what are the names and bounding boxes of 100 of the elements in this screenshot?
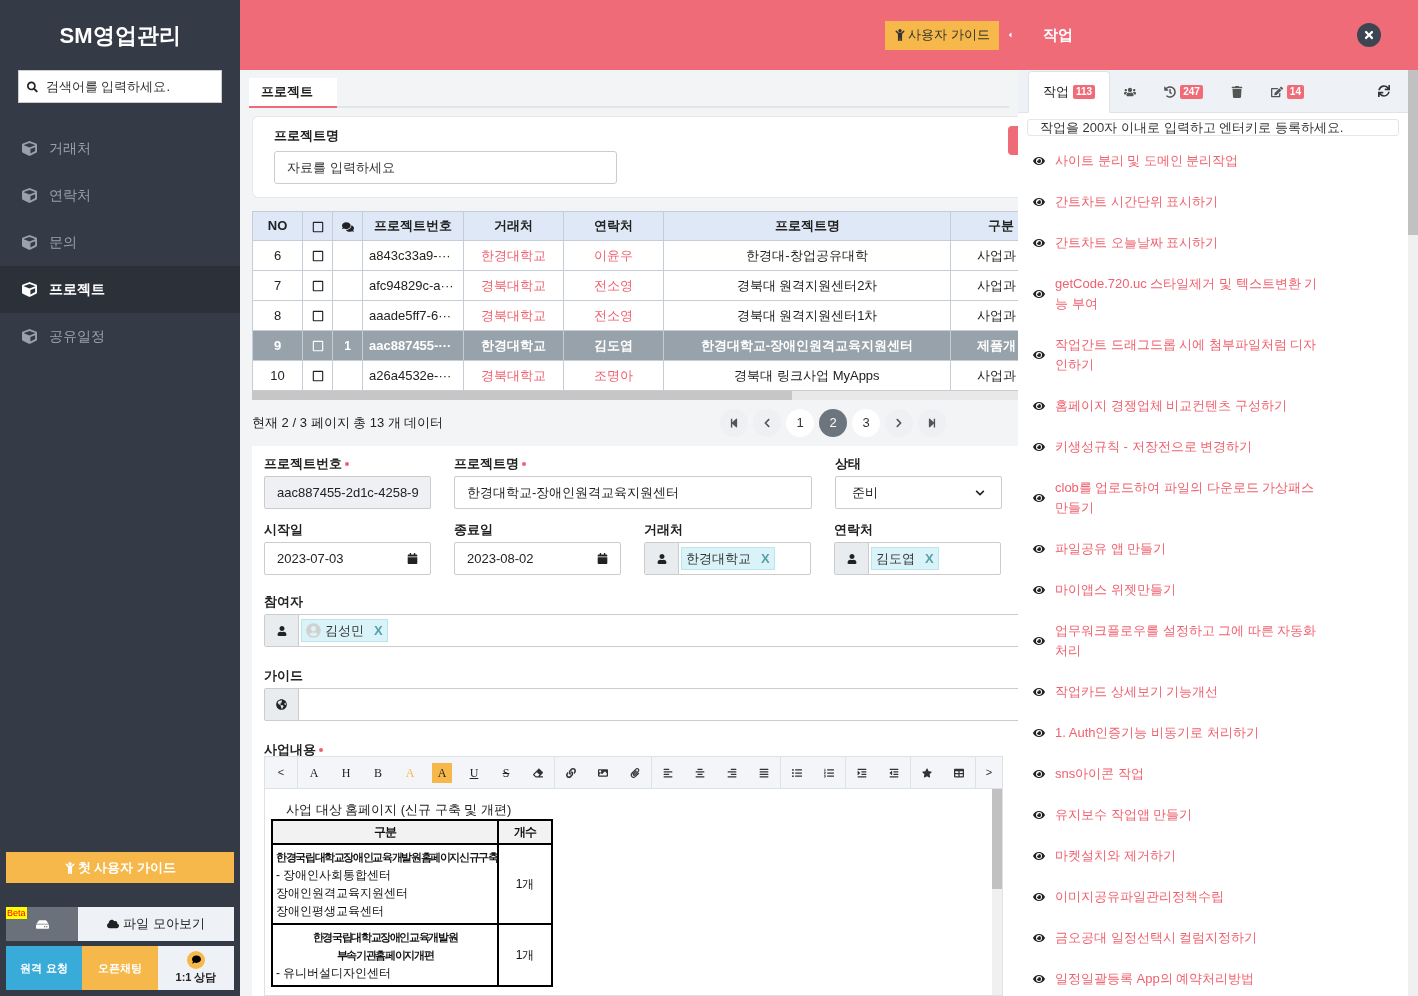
task-item[interactable]: 이미지공유파일관리정책수립 [1055, 886, 1224, 907]
date-field[interactable]: 2023-08-02 [454, 542, 621, 575]
task-input[interactable]: 작업을 200자 이내로 입력하고 엔터키로 등록하세요. [1027, 119, 1399, 136]
checkbox[interactable] [311, 280, 324, 293]
date-field[interactable]: 2023-07-03 [264, 542, 431, 575]
remove-tag-button[interactable]: X [374, 620, 383, 641]
task-item[interactable]: 유지보수 작업앱 만들기 [1055, 804, 1193, 825]
eye-icon[interactable] [1033, 972, 1045, 985]
eye-icon[interactable] [1033, 440, 1045, 453]
eye-icon[interactable] [1033, 890, 1045, 903]
checkbox[interactable] [311, 370, 324, 383]
consult-button[interactable]: 1:1 상담 [158, 946, 234, 990]
format-button[interactable]: H [336, 762, 356, 783]
checkbox[interactable] [311, 310, 324, 323]
horizontal-scrollbar[interactable] [252, 391, 1018, 400]
task-item[interactable]: 일정일괄등록 App의 예약처리방법 [1055, 968, 1255, 989]
tasks-tab[interactable]: 작업 113 [1028, 71, 1111, 113]
sidebar-item[interactable]: 공유일정 [0, 313, 240, 360]
vertical-scrollbar[interactable] [992, 789, 1002, 995]
page-button[interactable]: 1 [786, 409, 814, 437]
eye-icon[interactable] [1033, 542, 1045, 555]
table-row[interactable]: 10 a26a4532e-··· 경북대학교 조명아 경북대 링크사업 MyApps 사업과 [252, 360, 1018, 391]
guide-field[interactable] [264, 688, 1018, 721]
project-number-field[interactable]: aac887455-2d1c-4258-9 [264, 476, 431, 509]
file-collection-button[interactable]: 파일 모아보기 [78, 907, 234, 941]
drive-button[interactable]: Beta [6, 907, 78, 941]
format-button[interactable]: A [304, 762, 324, 783]
tag-field[interactable]: 한경대학교 X [644, 542, 811, 575]
checkbox[interactable] [311, 250, 324, 263]
task-item[interactable]: 작업간트 드래그드롭 시에 첨부파일처럼 디자인하기 [1055, 334, 1327, 375]
project-name-filter[interactable]: 자료를 입력하세요 [274, 151, 617, 184]
format-button[interactable]: U [464, 762, 484, 783]
task-item[interactable]: 마켓설치와 제거하기 [1055, 845, 1176, 866]
table-row[interactable]: 7 afc94829c-a··· 경북대학교 전소영 경북대 원격지원센터2차 사업과 [252, 270, 1018, 301]
eye-icon[interactable] [1033, 931, 1045, 944]
task-item[interactable]: 사이트 분리 및 도메인 분리작업 [1055, 150, 1239, 171]
table-row[interactable]: 6 a843c33a9-··· 한경대학교 이윤우 한경대-창업공유대학 사업과 [252, 240, 1018, 271]
eye-icon[interactable] [1033, 348, 1045, 361]
eye-icon[interactable] [1033, 236, 1045, 249]
status-select[interactable]: 준비 [835, 476, 1002, 509]
last-page-button[interactable] [918, 409, 946, 437]
table-row[interactable]: 8 aaade5ff7-6··· 경북대학교 전소영 경북대 원격지원센터1차 사업과 [252, 300, 1018, 331]
eye-icon[interactable] [1033, 491, 1045, 504]
tag-label: 김성민 [325, 621, 364, 640]
page-button[interactable]: 3 [852, 409, 880, 437]
user-guide-button[interactable]: 사용자 가이드 [885, 20, 999, 50]
task-item[interactable]: 키생성규칙 - 저장전으로 변경하기 [1055, 436, 1253, 457]
table-cell: 제품개 [977, 337, 1016, 353]
eye-icon[interactable] [1033, 583, 1045, 596]
task-item[interactable]: 업무워크플로우를 설정하고 그에 따른 자동화처리 [1055, 620, 1327, 661]
checkbox-icon[interactable] [311, 220, 324, 233]
field-label: 프로젝트번호 [264, 455, 342, 474]
close-button[interactable] [1357, 23, 1381, 47]
remove-tag-button[interactable]: X [761, 548, 770, 569]
eye-icon[interactable] [1033, 154, 1045, 167]
eye-icon[interactable] [1033, 634, 1045, 647]
first-page-button[interactable] [720, 409, 748, 437]
task-item[interactable]: 간트차트 시간단위 표시하기 [1055, 191, 1219, 212]
eye-icon[interactable] [1033, 399, 1045, 412]
task-item[interactable]: 홈페이지 경쟁업체 비교컨텐츠 구성하기 [1055, 395, 1287, 416]
eye-icon[interactable] [1033, 726, 1045, 739]
search-input[interactable]: 검색어를 입력하세요. [45, 76, 213, 97]
sidebar-item[interactable]: 문의 [0, 219, 240, 266]
eye-icon[interactable] [1033, 767, 1045, 780]
sidebar-item[interactable]: 연락처 [0, 172, 240, 219]
task-item[interactable]: 1. Auth인증기능 비동기로 처리하기 [1055, 722, 1259, 743]
sidebar-item[interactable]: 거래처 [0, 125, 240, 172]
history-tab[interactable]: 247 [1150, 71, 1217, 113]
remove-tag-button[interactable]: X [925, 548, 934, 569]
eye-icon[interactable] [1033, 808, 1045, 821]
participants-field[interactable]: 김성민 X [264, 614, 1018, 647]
toolbar-next-button[interactable]: > [976, 764, 1002, 781]
task-item[interactable]: 작업카드 상세보기 기능개선 [1055, 681, 1219, 702]
project-name-field[interactable]: 한경대학교-장애인원격교육지원센터 [454, 476, 812, 509]
search-field[interactable]: 검색어를 입력하세요. [18, 70, 222, 103]
toolbar-prev-button[interactable]: < [265, 757, 297, 788]
task-item[interactable]: getCode.720.uc 스타일제거 및 텍스트변환 기능 부여 [1055, 273, 1327, 314]
format-button[interactable]: A [432, 762, 452, 783]
sidebar-item[interactable]: 프로젝트 [0, 266, 240, 313]
checkbox[interactable] [311, 340, 324, 353]
task-item[interactable]: clob를 업로드하여 파일의 다운로드 가상패스 만들기 [1055, 477, 1327, 518]
table-cell: 경북대 원격지원센터1차 [663, 300, 951, 331]
tab[interactable]: 프로젝트 [249, 78, 337, 108]
eye-icon[interactable] [1033, 195, 1045, 208]
remote-support-button[interactable]: 원격 요청 [6, 946, 82, 990]
eye-icon[interactable] [1033, 287, 1045, 300]
format-button[interactable]: S [496, 762, 516, 783]
vertical-scrollbar[interactable] [1408, 70, 1418, 996]
table-row[interactable]: 9 1 aac887455-··· 한경대학교 김도엽 한경대학교-장애인원격교육지원센터 제품개 [252, 330, 1018, 361]
eye-icon[interactable] [1033, 685, 1045, 698]
task-item[interactable]: 파일공유 앱 만들기 [1055, 538, 1167, 559]
task-item[interactable]: 간트차트 오늘날짜 표시하기 [1055, 232, 1219, 253]
page-button[interactable]: 2 [819, 409, 847, 437]
eye-icon[interactable] [1033, 849, 1045, 862]
task-item[interactable]: sns아이콘 작업 [1055, 763, 1144, 784]
tag-field[interactable]: 김도엽 X [834, 542, 1001, 575]
task-item[interactable]: 금오공대 일정선택시 컬럼지정하기 [1055, 927, 1258, 948]
task-item[interactable]: 마이앱스 위젯만들기 [1055, 579, 1176, 600]
format-button[interactable]: B [368, 762, 388, 783]
notes-tab[interactable]: 14 [1256, 71, 1318, 113]
